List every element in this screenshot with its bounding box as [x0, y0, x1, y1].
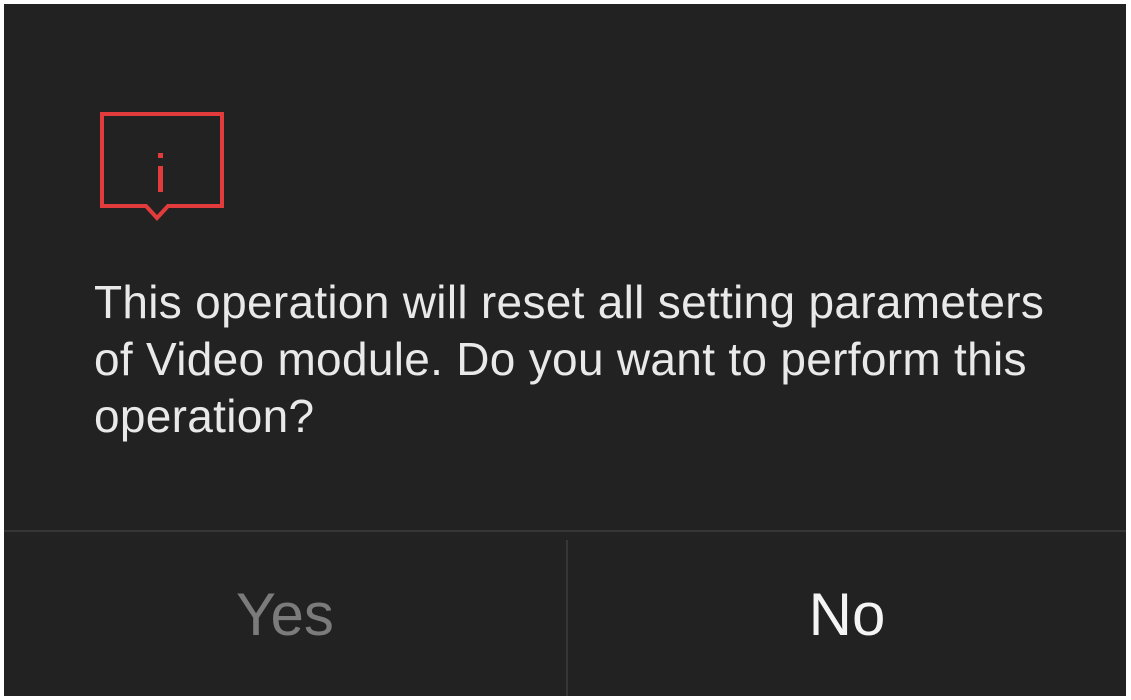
yes-button[interactable]: Yes	[4, 532, 566, 696]
info-alert-icon	[98, 108, 228, 228]
confirmation-message: This operation will reset all setting pa…	[94, 276, 1045, 442]
no-button[interactable]: No	[568, 532, 1126, 696]
reset-confirm-dialog: This operation will reset all setting pa…	[4, 4, 1126, 696]
